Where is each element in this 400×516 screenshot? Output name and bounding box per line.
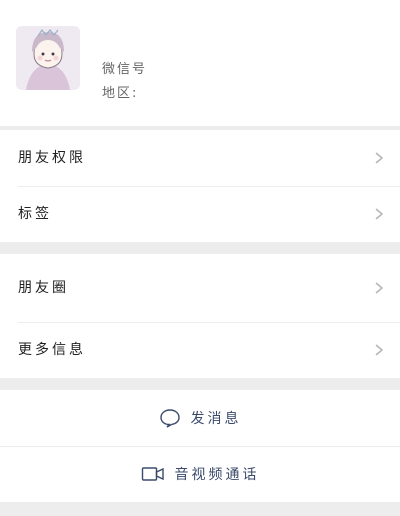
wechat-id-label: 微信号 bbox=[102, 62, 148, 77]
tags-label: 标签 bbox=[18, 206, 52, 222]
chevron-right-icon bbox=[375, 208, 384, 220]
avatar[interactable] bbox=[16, 26, 80, 90]
menu-group-info: 朋友圈 更多信息 bbox=[0, 254, 400, 378]
chevron-right-icon bbox=[375, 152, 384, 164]
tags-item[interactable]: 标签 bbox=[0, 186, 400, 242]
profile-header: 微信号 地区: bbox=[0, 0, 400, 126]
friend-permissions-item[interactable]: 朋友权限 bbox=[0, 130, 400, 186]
divider bbox=[0, 242, 400, 254]
video-call-label: 音视频通话 bbox=[174, 467, 260, 483]
chevron-right-icon bbox=[375, 344, 384, 356]
send-message-label: 发消息 bbox=[190, 411, 242, 427]
moments-item[interactable]: 朋友圈 bbox=[0, 254, 400, 322]
more-info-label: 更多信息 bbox=[18, 342, 86, 358]
video-call-button[interactable]: 音视频通话 bbox=[0, 446, 400, 502]
moments-label: 朋友圈 bbox=[18, 280, 69, 296]
more-info-item[interactable]: 更多信息 bbox=[0, 322, 400, 378]
send-message-button[interactable]: 发消息 bbox=[0, 390, 400, 446]
menu-group-permissions: 朋友权限 标签 bbox=[0, 130, 400, 242]
divider bbox=[0, 378, 400, 390]
video-camera-icon bbox=[141, 467, 164, 481]
chat-bubble-icon bbox=[159, 409, 180, 428]
actions-group: 发消息 音视频通话 bbox=[0, 390, 400, 502]
region-label: 地区: bbox=[102, 86, 139, 101]
avatar-illustration bbox=[16, 26, 80, 90]
chevron-right-icon bbox=[375, 282, 384, 294]
friend-permissions-label: 朋友权限 bbox=[18, 150, 86, 166]
